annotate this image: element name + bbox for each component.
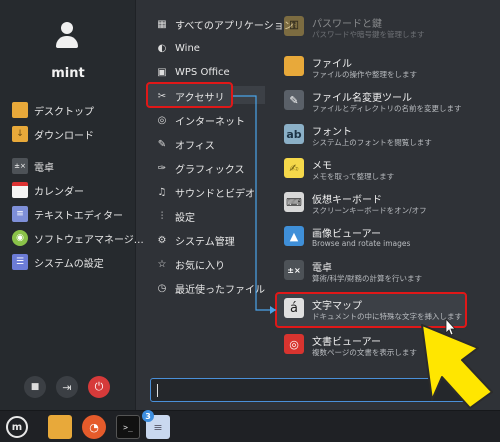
star-icon: ☆ <box>157 258 167 270</box>
search-input[interactable] <box>150 378 470 402</box>
logout-button[interactable]: ⇥ <box>56 376 78 398</box>
keyboard-icon: ⌨ <box>284 192 304 212</box>
favorites-panel: mint デスクトップ ↓ ダウンロード ±× 電卓 カレンダー ≡ テキストエ… <box>0 0 144 410</box>
notes-icon: ✍ <box>284 158 304 178</box>
category-office[interactable]: ✎ オフィス <box>156 134 215 154</box>
graphics-icon: ✑ <box>157 162 167 174</box>
category-wps-office[interactable]: ▣ WPS Office <box>156 62 229 82</box>
mint-menu-icon[interactable]: m <box>6 416 28 438</box>
favorite-calculator[interactable]: ±× 電卓 <box>12 156 54 176</box>
favorite-software-manager[interactable]: ◉ ソフトウェアマネージ… <box>12 228 144 248</box>
firefox-icon[interactable]: ◔ <box>82 415 106 439</box>
password-icon: ⚿ <box>284 16 304 36</box>
media-icon: ♫ <box>157 186 167 198</box>
user-name: mint <box>51 66 85 81</box>
lock-screen-button[interactable]: ■ <box>24 376 46 398</box>
folder-icon <box>12 102 28 118</box>
favorite-calendar[interactable]: カレンダー <box>12 180 84 200</box>
category-recent-files[interactable]: ◷ 最近使ったファイル <box>156 278 265 298</box>
taskbar: m ◔ >_ ≡ <box>0 410 500 442</box>
app-notes[interactable]: ✍ メモ メモを取って整理します <box>282 154 472 188</box>
power-button[interactable]: ⏻ <box>88 376 110 398</box>
category-internet[interactable]: ◎ インターネット <box>156 110 245 130</box>
wps-icon: ▣ <box>157 66 167 78</box>
favorite-text-editor[interactable]: ≡ テキストエディター <box>12 204 123 224</box>
category-wine[interactable]: ◐ Wine <box>156 38 200 58</box>
lock-icon: ■ <box>30 382 40 392</box>
terminal-icon[interactable]: >_ <box>116 415 140 439</box>
calculator-icon: ±× <box>284 260 304 280</box>
text-caret <box>157 384 158 397</box>
power-icon: ⏻ <box>94 380 104 393</box>
globe-icon: ◎ <box>157 114 167 126</box>
category-selection-bar <box>233 86 265 104</box>
app-document-viewer[interactable]: ◎ 文書ビューアー 複数ページの文書を表示します <box>282 330 472 364</box>
files-launcher-folder-icon[interactable] <box>48 415 72 439</box>
calendar-icon <box>12 182 28 198</box>
font-icon: ab <box>284 124 304 144</box>
wine-icon: ◐ <box>157 42 167 54</box>
category-graphics[interactable]: ✑ グラフィックス <box>156 158 245 178</box>
category-settings[interactable]: ⫶ 設定 <box>156 206 195 226</box>
favorite-system-settings[interactable]: ☰ システムの設定 <box>12 252 104 272</box>
category-accessories[interactable]: ✂ アクセサリ <box>156 86 225 106</box>
software-manager-icon: ◉ <box>12 230 28 246</box>
app-calculator[interactable]: ±× 電卓 算術/科学/財務の計算を行います <box>282 256 472 290</box>
gear-icon: ⚙ <box>157 234 167 246</box>
accessories-icon: ✂ <box>157 90 167 102</box>
category-sound-video[interactable]: ♫ サウンドとビデオ <box>156 182 255 202</box>
notification-badge: 3 <box>142 410 154 422</box>
user-avatar-icon[interactable] <box>56 22 78 50</box>
logout-icon: ⇥ <box>62 380 72 394</box>
app-character-map[interactable]: á 文字マップ ドキュメントの中に特殊な文字を挿入します <box>282 294 472 328</box>
app-image-viewer[interactable]: ▲ 画像ビューアー Browse and rotate images <box>282 222 472 256</box>
document-viewer-icon: ◎ <box>284 334 304 354</box>
character-map-icon: á <box>284 298 304 318</box>
app-fonts[interactable]: ab フォント システム上のフォントを閲覧します <box>282 120 472 154</box>
favorite-downloads[interactable]: ↓ ダウンロード <box>12 124 94 144</box>
sliders-icon: ⫶ <box>160 210 164 222</box>
settings-icon: ☰ <box>12 254 28 270</box>
app-files[interactable]: ファイル ファイルの操作や整理をします <box>282 52 472 86</box>
category-administration[interactable]: ⚙ システム管理 <box>156 230 235 250</box>
clock-icon: ◷ <box>157 282 167 294</box>
category-all-applications[interactable]: ▦ すべてのアプリケーション <box>156 14 293 34</box>
app-passwords-keys[interactable]: ⚿ パスワードと鍵 パスワードや暗号鍵を管理します <box>282 12 472 46</box>
application-menu: mint デスクトップ ↓ ダウンロード ±× 電卓 カレンダー ≡ テキストエ… <box>0 0 500 410</box>
favorite-desktop[interactable]: デスクトップ <box>12 100 94 120</box>
app-bulk-rename[interactable]: ✎ ファイル名変更ツール ファイルとディレクトリの名前を変更します <box>282 86 472 120</box>
folder-icon <box>284 56 304 76</box>
category-favorites[interactable]: ☆ お気に入り <box>156 254 225 274</box>
office-icon: ✎ <box>157 138 167 150</box>
calculator-icon: ±× <box>12 158 28 174</box>
rename-icon: ✎ <box>284 90 304 110</box>
app-onscreen-keyboard[interactable]: ⌨ 仮想キーボード スクリーンキーボードをオン/オフ <box>282 188 472 222</box>
text-editor-icon: ≡ <box>12 206 28 222</box>
grid-icon: ▦ <box>157 18 167 30</box>
image-viewer-icon: ▲ <box>284 226 304 246</box>
download-folder-icon: ↓ <box>12 126 28 142</box>
